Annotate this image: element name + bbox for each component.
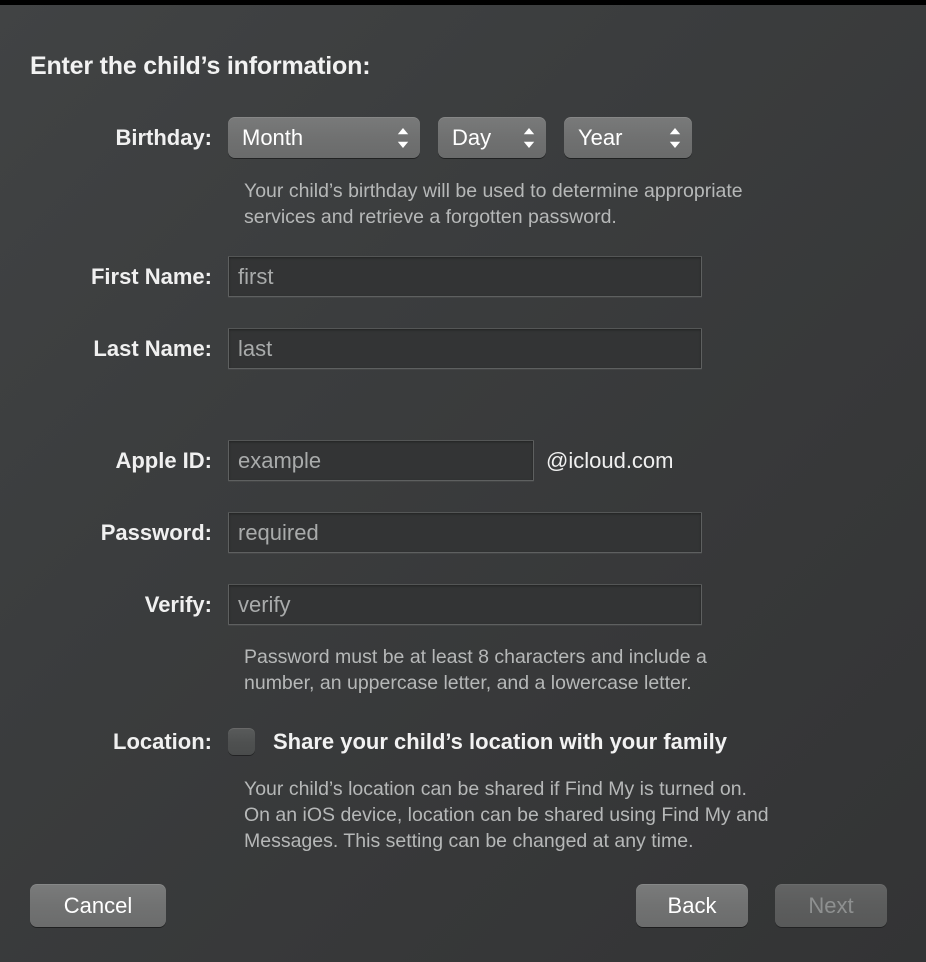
chevron-up-down-icon — [397, 127, 409, 148]
page-title: Enter the child’s information: — [30, 52, 371, 80]
password-input[interactable]: required — [228, 512, 702, 553]
last-name-field-area: last — [228, 328, 926, 369]
child-information-form: Birthday: Month Day Year Your child’s bi… — [0, 117, 926, 854]
location-row: Location: Share your child’s location wi… — [0, 721, 926, 762]
verify-password-input[interactable]: verify — [228, 584, 702, 625]
password-requirements-text: Password must be at least 8 characters a… — [244, 644, 904, 696]
location-label: Location: — [113, 729, 212, 754]
dialog-button-bar: Cancel Back Next — [0, 870, 926, 962]
password-label: Password: — [100, 520, 212, 545]
birthday-year-value: Year — [578, 124, 623, 150]
share-location-checkbox[interactable] — [228, 728, 255, 755]
birthday-helper-line-1: Your child’s birthday will be used to de… — [244, 180, 743, 202]
apple-id-field-area: example @icloud.com — [228, 440, 926, 481]
birthday-year-select[interactable]: Year — [564, 117, 692, 158]
apple-id-input[interactable]: example — [228, 440, 534, 481]
birthday-month-select[interactable]: Month — [228, 117, 420, 158]
location-helper-line-2: On an iOS device, location can be shared… — [244, 804, 769, 826]
birthday-month-value: Month — [242, 124, 304, 150]
verify-row: Verify: verify — [0, 584, 926, 625]
password-row: Password: required — [0, 512, 926, 553]
location-helper-text: Your child’s location can be shared if F… — [244, 776, 904, 854]
password-requirements-line-2: number, an uppercase letter, and a lower… — [244, 672, 692, 694]
cancel-button[interactable]: Cancel — [30, 884, 166, 927]
first-name-label: First Name: — [90, 264, 212, 289]
password-field-area: required — [228, 512, 926, 553]
birthday-day-value: Day — [452, 124, 492, 150]
location-field-area: Share your child’s location with your fa… — [228, 721, 926, 762]
birthday-row: Birthday: Month Day Year — [0, 117, 926, 158]
location-helper-line-3: Messages. This setting can be changed at… — [244, 830, 694, 852]
apple-id-label: Apple ID: — [115, 448, 212, 473]
back-button[interactable]: Back — [636, 884, 748, 927]
next-button[interactable]: Next — [775, 884, 887, 927]
first-name-input[interactable]: first — [228, 256, 702, 297]
last-name-row: Last Name: last — [0, 328, 926, 369]
last-name-label: Last Name: — [93, 336, 212, 361]
location-helper-line-1: Your child’s location can be shared if F… — [244, 778, 747, 800]
apple-id-domain-suffix: @icloud.com — [546, 447, 674, 473]
first-name-field-area: first — [228, 256, 926, 297]
birthday-day-select[interactable]: Day — [438, 117, 546, 158]
child-account-setup-dialog: Enter the child’s information: Birthday:… — [0, 0, 926, 962]
chevron-up-down-icon — [669, 127, 681, 148]
verify-label: Verify: — [144, 592, 212, 617]
last-name-input[interactable]: last — [228, 328, 702, 369]
share-location-checkbox-row[interactable]: Share your child’s location with your fa… — [228, 721, 727, 762]
password-requirements-line-1: Password must be at least 8 characters a… — [244, 646, 707, 668]
first-name-row: First Name: first — [0, 256, 926, 297]
birthday-helper-text: Your child’s birthday will be used to de… — [244, 178, 904, 230]
share-location-checkbox-label: Share your child’s location with your fa… — [273, 728, 727, 754]
birthday-helper-line-2: services and retrieve a forgotten passwo… — [244, 206, 617, 228]
birthday-controls: Month Day Year — [228, 117, 926, 158]
chevron-up-down-icon — [523, 127, 535, 148]
apple-id-row: Apple ID: example @icloud.com — [0, 440, 926, 481]
verify-field-area: verify — [228, 584, 926, 625]
birthday-label: Birthday: — [115, 125, 212, 150]
